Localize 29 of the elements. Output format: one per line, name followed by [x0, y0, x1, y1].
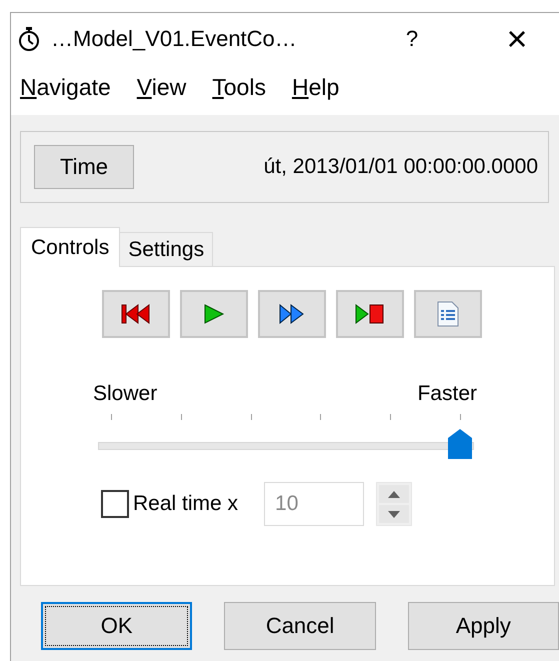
tab[interactable]: Controls: [20, 227, 120, 267]
help-button[interactable]: ?: [382, 26, 442, 52]
dialog-button[interactable]: OK: [41, 602, 192, 650]
document-icon: [436, 301, 458, 327]
fast-forward-button[interactable]: [258, 290, 326, 338]
tab[interactable]: Settings: [119, 232, 214, 266]
slower-label: Slower: [93, 382, 158, 406]
close-button[interactable]: ×: [487, 21, 547, 57]
menu-item[interactable]: Tools: [212, 74, 266, 100]
menu-item[interactable]: View: [136, 74, 186, 100]
stopwatch-icon: [17, 26, 41, 52]
rewind-icon: [120, 304, 150, 324]
window-title: …Model_V01.EventCo…: [51, 26, 298, 52]
play-icon: [202, 304, 224, 324]
time-button[interactable]: Time: [34, 145, 134, 189]
menu-item[interactable]: Help: [292, 74, 340, 100]
play-stop-button[interactable]: [336, 290, 404, 338]
play-stop-icon: [354, 304, 384, 324]
rewind-button[interactable]: [102, 290, 170, 338]
dialog-button[interactable]: Apply: [408, 602, 559, 650]
menu-item[interactable]: Navigate: [20, 74, 111, 100]
spin-buttons[interactable]: [376, 482, 412, 526]
time-value: út, 2013/01/01 00:00:00.0000: [264, 155, 538, 179]
report-button[interactable]: [414, 290, 482, 338]
faster-label: Faster: [417, 382, 477, 406]
dialog-button[interactable]: Cancel: [224, 602, 376, 650]
fast-forward-icon: [278, 304, 306, 324]
checkbox-label: Real time x: [133, 492, 238, 516]
slider-thumb[interactable]: [448, 429, 472, 459]
